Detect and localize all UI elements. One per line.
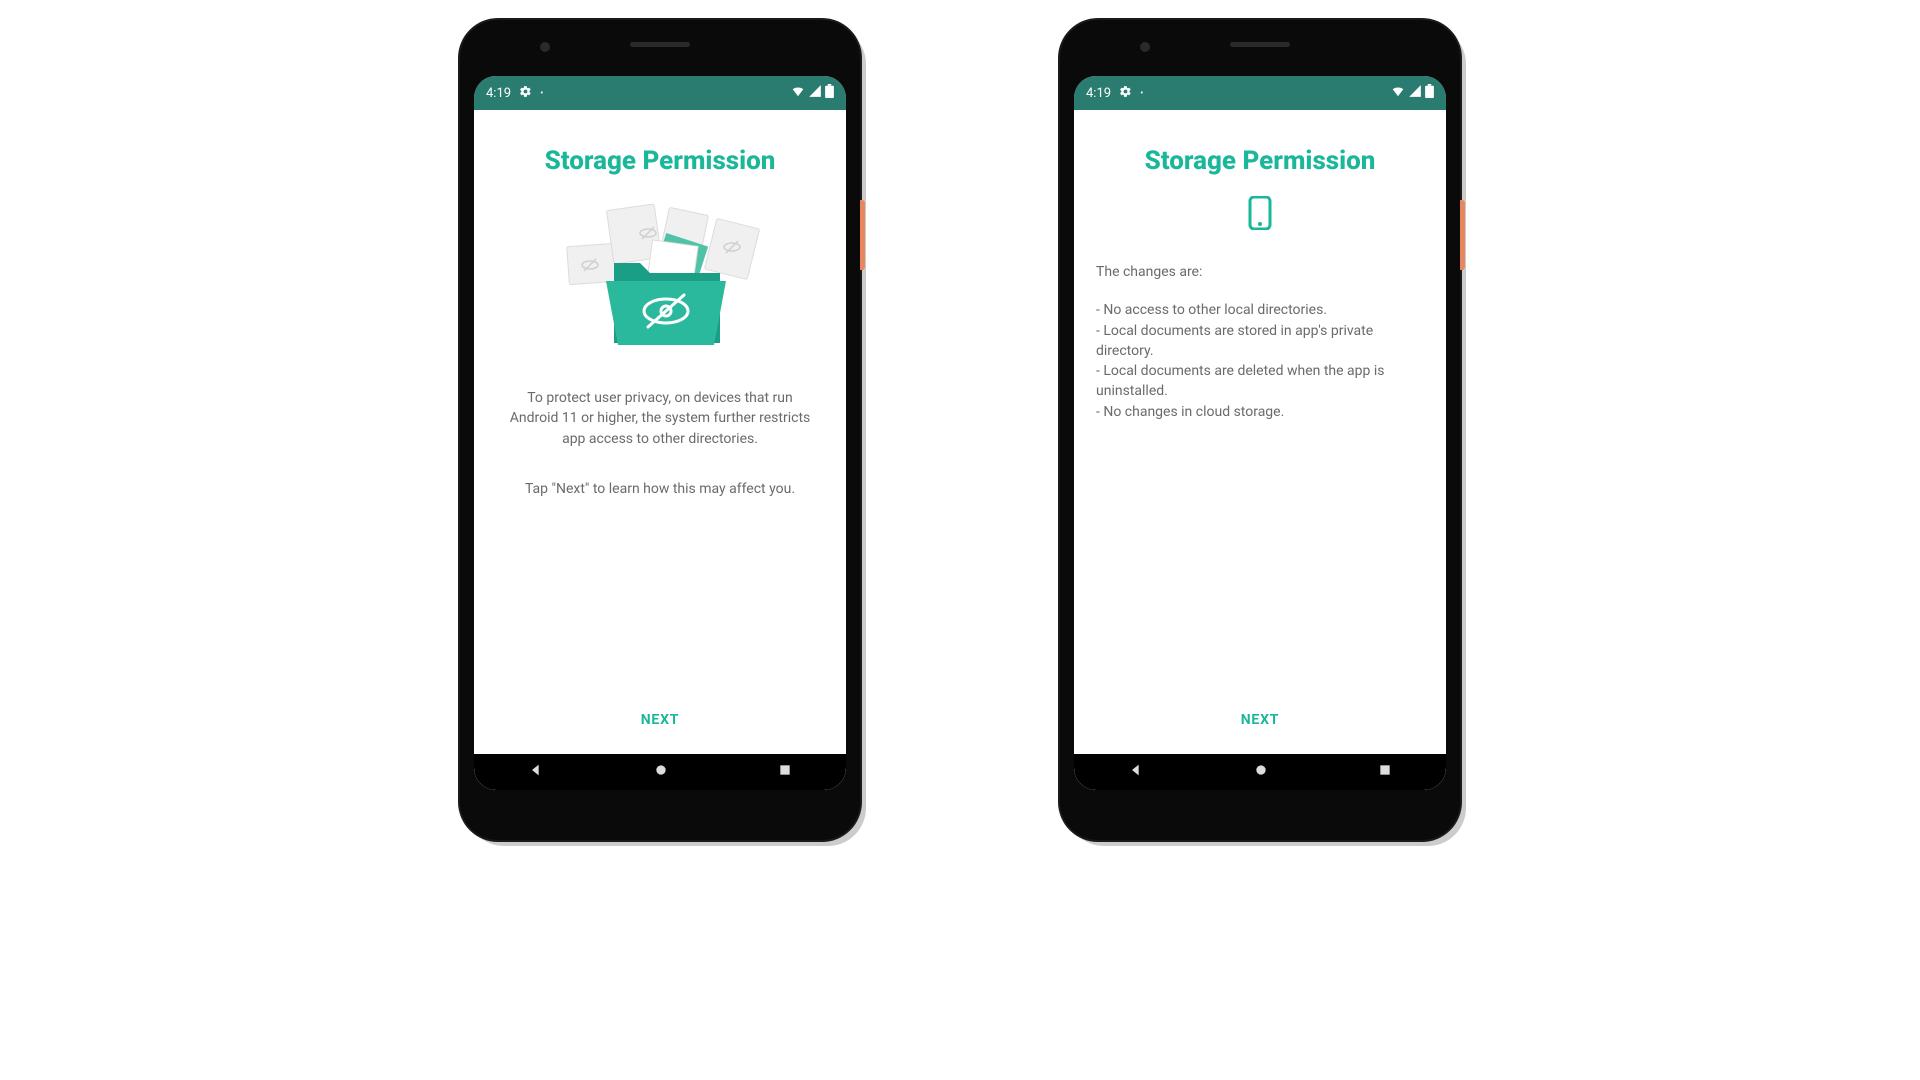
- intro-paragraph-2: Tap "Next" to learn how this may affect …: [474, 479, 846, 499]
- signal-icon: [808, 84, 822, 102]
- changes-intro: The changes are:: [1074, 262, 1446, 282]
- speaker-slot: [630, 42, 690, 47]
- dot-icon: •: [540, 88, 543, 99]
- changes-list: - No access to other local directories. …: [1074, 300, 1446, 422]
- page-title: Storage Permission: [1074, 146, 1446, 176]
- speaker-slot: [1230, 42, 1290, 47]
- intro-paragraph-1: To protect user privacy, on devices that…: [474, 388, 846, 449]
- camera-dot: [540, 42, 550, 52]
- wifi-icon: [791, 84, 805, 102]
- bullet-item: - Local documents are stored in app's pr…: [1096, 321, 1424, 362]
- bullet-item: - No access to other local directories.: [1096, 300, 1424, 320]
- gear-icon: [519, 85, 532, 102]
- status-bar: 4:19 •: [474, 76, 846, 110]
- battery-icon: [1425, 84, 1434, 102]
- back-icon[interactable]: [1128, 762, 1144, 782]
- recents-icon[interactable]: [1378, 763, 1392, 781]
- status-bar: 4:19 •: [1074, 76, 1446, 110]
- bullet-item: - Local documents are deleted when the a…: [1096, 361, 1424, 402]
- screen-right: 4:19 • Storage Permission: [1074, 76, 1446, 790]
- smartphone-icon: [1074, 188, 1446, 238]
- phone-frame-left: 4:19 • Storage Permission: [460, 20, 860, 840]
- dot-icon: •: [1140, 88, 1143, 99]
- onboarding-content: Storage Permission: [474, 110, 846, 754]
- status-time: 4:19: [486, 86, 511, 101]
- back-icon[interactable]: [528, 762, 544, 782]
- android-nav-bar: [474, 754, 846, 790]
- camera-dot: [1140, 42, 1150, 52]
- bullet-item: - No changes in cloud storage.: [1096, 402, 1424, 422]
- next-button[interactable]: NEXT: [474, 694, 846, 754]
- recents-icon[interactable]: [778, 763, 792, 781]
- onboarding-content: Storage Permission The changes are: - No…: [1074, 110, 1446, 754]
- page-title: Storage Permission: [474, 146, 846, 176]
- status-time: 4:19: [1086, 86, 1111, 101]
- signal-icon: [1408, 84, 1422, 102]
- next-button[interactable]: NEXT: [1074, 694, 1446, 754]
- home-icon[interactable]: [653, 762, 669, 782]
- screen-left: 4:19 • Storage Permission: [474, 76, 846, 790]
- gear-icon: [1119, 85, 1132, 102]
- phone-frame-right: 4:19 • Storage Permission: [1060, 20, 1460, 840]
- battery-icon: [825, 84, 834, 102]
- home-icon[interactable]: [1253, 762, 1269, 782]
- wifi-icon: [1391, 84, 1405, 102]
- folder-eye-off-icon: [474, 188, 846, 368]
- android-nav-bar: [1074, 754, 1446, 790]
